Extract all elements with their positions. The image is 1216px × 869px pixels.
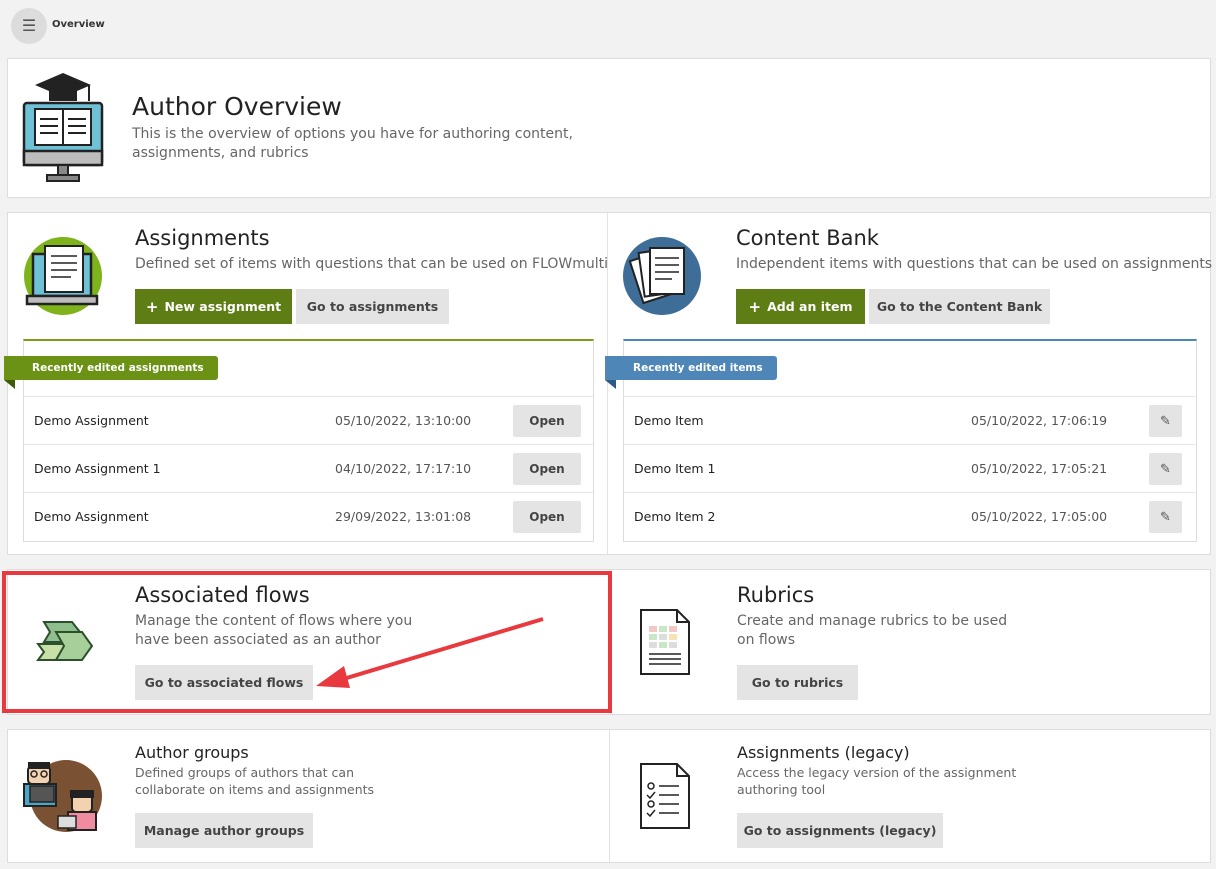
laptop-document-icon: [24, 237, 102, 315]
rubrics-title: Rubrics: [737, 583, 815, 607]
assignments-contentbank-card: Assignments Defined set of items with qu…: [4, 212, 1213, 555]
go-to-assignments-button[interactable]: Go to assignments: [296, 289, 449, 324]
recent-assignments-ribbon: Recently edited assignments: [4, 356, 218, 389]
item-name: Demo Item 1: [634, 461, 716, 476]
author-groups-legacy-card: Author groups Defined groups of authors …: [7, 729, 1211, 863]
open-assignment-button[interactable]: Open: [513, 405, 581, 437]
new-assignment-label: New assignment: [164, 299, 282, 314]
hero-card: Author Overview This is the overview of …: [7, 58, 1211, 198]
legacy-assignments-description: Access the legacy version of the assignm…: [737, 764, 1057, 798]
go-to-content-bank-button[interactable]: Go to the Content Bank: [869, 289, 1050, 324]
table-row: Demo Item 05/10/2022, 17:06:19 ✎: [624, 396, 1196, 444]
edit-item-button[interactable]: ✎: [1149, 501, 1182, 533]
pencil-icon: ✎: [1160, 413, 1171, 429]
assignment-name: Demo Assignment: [34, 413, 149, 428]
add-item-button[interactable]: + Add an item: [736, 289, 865, 324]
pencil-icon: ✎: [1160, 461, 1171, 477]
item-name: Demo Item: [634, 413, 704, 428]
assignment-date: 29/09/2022, 13:01:08: [335, 509, 472, 524]
legacy-description-line1: Access the legacy version of the assignm…: [737, 765, 1017, 780]
item-date: 05/10/2022, 17:06:19: [971, 413, 1108, 428]
rubrics-description-line1: Create and manage rubrics to be used: [737, 613, 1008, 629]
assignment-name: Demo Assignment: [34, 509, 149, 524]
documents-stack-icon: [623, 237, 701, 315]
pencil-icon: ✎: [1160, 509, 1171, 525]
item-date: 05/10/2022, 17:05:21: [971, 461, 1108, 476]
open-assignment-button[interactable]: Open: [513, 453, 581, 485]
menu-button[interactable]: ☰: [11, 8, 47, 44]
add-item-label: Add an item: [767, 299, 853, 314]
author-groups-title: Author groups: [135, 743, 249, 762]
author-groups-description-line1: Defined groups of authors that can: [135, 765, 355, 780]
rubrics-description-line2: on flows: [737, 632, 796, 648]
rubrics-description: Create and manage rubrics to be used on …: [737, 612, 1037, 650]
legacy-assignments-title: Assignments (legacy): [737, 743, 910, 762]
checklist-document-icon: [640, 763, 690, 829]
table-row: Demo Assignment 1 04/10/2022, 17:17:10 O…: [24, 444, 593, 492]
author-groups-description-line2: collaborate on items and assignments: [135, 782, 375, 797]
assignments-description: Defined set of items with questions that…: [135, 256, 609, 272]
go-to-legacy-assignments-button[interactable]: Go to assignments (legacy): [737, 813, 943, 848]
assignments-title: Assignments: [135, 226, 270, 250]
content-bank-title: Content Bank: [736, 226, 879, 250]
go-to-rubrics-button[interactable]: Go to rubrics: [737, 665, 858, 700]
page-description: This is the overview of options you have…: [132, 126, 573, 161]
top-bar: ☰ Overview: [0, 0, 1216, 54]
legacy-description-line2: authoring tool: [737, 782, 826, 797]
item-name: Demo Item 2: [634, 509, 716, 524]
manage-author-groups-button[interactable]: Manage author groups: [135, 813, 313, 848]
assignment-date: 05/10/2022, 13:10:00: [335, 413, 472, 428]
annotation-arrow-icon: [316, 617, 544, 688]
content-bank-description: Independent items with questions that ca…: [736, 256, 1213, 272]
edit-item-button[interactable]: ✎: [1149, 453, 1182, 485]
plus-icon: +: [145, 297, 159, 316]
authors-group-icon: [23, 760, 102, 832]
page-title: Author Overview: [132, 92, 342, 121]
assignment-date: 04/10/2022, 17:17:10: [335, 461, 472, 476]
table-row: Demo Item 1 05/10/2022, 17:05:21 ✎: [624, 444, 1196, 492]
graduation-laptop-icon: [22, 73, 104, 182]
assignment-name: Demo Assignment 1: [34, 461, 161, 476]
plus-icon: +: [748, 297, 762, 316]
new-assignment-button[interactable]: + New assignment: [135, 289, 292, 324]
table-row: Demo Assignment 29/09/2022, 13:01:08 Ope…: [24, 492, 593, 540]
item-date: 05/10/2022, 17:05:00: [971, 509, 1108, 524]
table-row: Demo Assignment 05/10/2022, 13:10:00 Ope…: [24, 396, 593, 444]
open-assignment-button[interactable]: Open: [513, 501, 581, 533]
recent-items-ribbon: Recently edited items: [605, 356, 777, 389]
breadcrumb: Overview: [52, 19, 105, 30]
edit-item-button[interactable]: ✎: [1149, 405, 1182, 437]
table-row: Demo Item 2 05/10/2022, 17:05:00 ✎: [624, 492, 1196, 540]
author-groups-description: Defined groups of authors that can colla…: [135, 764, 435, 798]
rubric-document-icon: [640, 609, 690, 675]
hamburger-icon: ☰: [21, 16, 37, 35]
column-divider: [609, 730, 610, 862]
